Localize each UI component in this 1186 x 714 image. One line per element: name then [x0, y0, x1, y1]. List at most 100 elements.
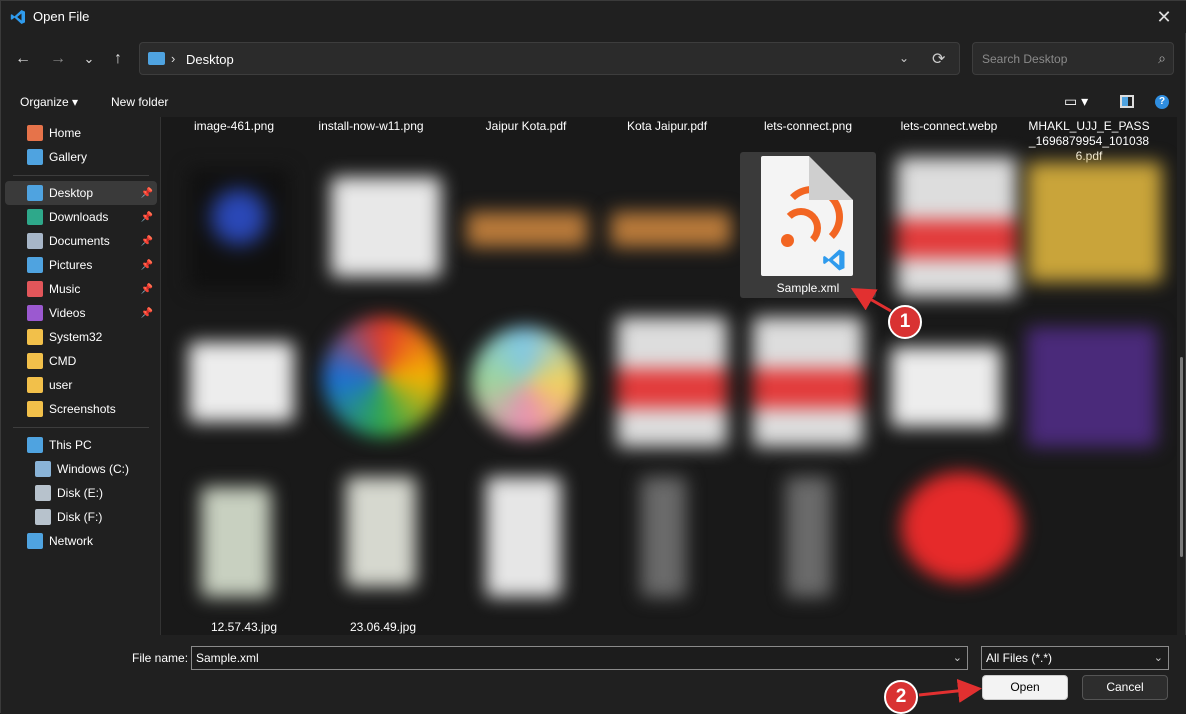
drive-icon — [35, 485, 51, 501]
file-label[interactable]: 12.57.43.jpg — [174, 620, 314, 635]
organize-button[interactable]: Organize ▾ — [20, 95, 78, 109]
sidebar-item-this-pc[interactable]: This PC — [5, 433, 157, 457]
sidebar-item-label: Disk (E:) — [57, 486, 103, 500]
file-thumbnail[interactable] — [901, 472, 1021, 582]
sidebar-item-documents[interactable]: Documents 📌 — [5, 229, 157, 253]
sidebar-item-network[interactable]: Network — [5, 529, 157, 553]
file-name-field[interactable]: Sample.xml ⌄ — [191, 646, 968, 670]
file-thumbnail[interactable] — [786, 477, 831, 597]
file-thumbnail[interactable] — [346, 477, 416, 587]
new-folder-button[interactable]: New folder — [111, 95, 168, 109]
sidebar-item-label: Gallery — [49, 150, 88, 164]
pin-icon[interactable]: 📌 — [141, 212, 153, 223]
sidebar-item-home[interactable]: Home — [5, 121, 157, 145]
videos-icon — [27, 305, 43, 321]
recent-locations-button[interactable]: ⌄ — [75, 45, 103, 73]
sidebar-item-gallery[interactable]: Gallery — [5, 145, 157, 169]
navigation-pane: Home Gallery Desktop 📌 Downloads 📌 Documents 📌 P… — [1, 117, 161, 635]
open-file-dialog: Open File ✕ ← → ⌄ ↑ › Desktop ⌄ ⟳ Search… — [0, 0, 1186, 714]
sidebar-item-label: Screenshots — [49, 402, 116, 416]
vertical-scrollbar[interactable] — [1177, 117, 1186, 635]
file-thumbnail[interactable] — [331, 177, 441, 277]
address-bar[interactable]: › Desktop ⌄ ⟳ — [139, 42, 960, 75]
up-button[interactable]: ↑ — [104, 45, 132, 73]
help-icon[interactable]: ? — [1155, 95, 1169, 109]
file-thumbnail[interactable] — [617, 317, 727, 447]
file-thumbnail[interactable] — [471, 327, 581, 437]
sidebar-item-user[interactable]: user — [5, 373, 157, 397]
file-thumbnail[interactable] — [1027, 327, 1157, 447]
sidebar-item-desktop[interactable]: Desktop 📌 — [5, 181, 157, 205]
address-history-chevron-icon[interactable]: ⌄ — [899, 51, 909, 65]
sidebar-item-system32[interactable]: System32 — [5, 325, 157, 349]
drive-icon — [35, 461, 51, 477]
sidebar-item-label: CMD — [49, 354, 77, 368]
desktop-location-icon — [148, 52, 165, 65]
file-thumbnail[interactable] — [189, 342, 294, 422]
sidebar-item-videos[interactable]: Videos 📌 — [5, 301, 157, 325]
close-button[interactable]: ✕ — [1141, 1, 1186, 33]
file-thumbnail[interactable] — [189, 169, 289, 289]
refresh-icon[interactable]: ⟳ — [932, 49, 945, 69]
cancel-button[interactable]: Cancel — [1082, 675, 1168, 700]
file-thumbnail[interactable] — [486, 477, 561, 597]
open-button[interactable]: Open — [982, 675, 1068, 700]
pin-icon[interactable]: 📌 — [141, 260, 153, 271]
file-label[interactable]: lets-connect.webp — [879, 119, 1019, 134]
back-button[interactable]: ← — [9, 45, 37, 73]
file-label[interactable]: Jaipur Kota.pdf — [456, 119, 596, 134]
back-arrow-icon: ← — [15, 50, 31, 67]
scrollbar-thumb[interactable] — [1180, 357, 1183, 557]
file-label[interactable]: Kota Jaipur.pdf — [597, 119, 737, 134]
sidebar-item-label: System32 — [49, 330, 103, 344]
file-thumbnail[interactable] — [753, 317, 863, 447]
file-thumbnail[interactable] — [641, 477, 686, 597]
forward-button[interactable]: → — [44, 45, 72, 73]
file-thumbnail[interactable] — [467, 212, 587, 247]
file-name-label: File name: — [132, 651, 189, 665]
file-thumbnail[interactable] — [201, 487, 271, 597]
breadcrumb-desktop[interactable]: Desktop — [186, 52, 234, 67]
file-type-select[interactable]: All Files (*.*) ⌄ — [981, 646, 1169, 670]
file-thumbnail[interactable] — [897, 157, 1017, 297]
sidebar-item-disk-e[interactable]: Disk (E:) — [5, 481, 157, 505]
sidebar-item-disk-f[interactable]: Disk (F:) — [5, 505, 157, 529]
pin-icon[interactable]: 📌 — [141, 236, 153, 247]
sidebar-item-downloads[interactable]: Downloads 📌 — [5, 205, 157, 229]
pin-icon[interactable]: 📌 — [141, 308, 153, 319]
chevron-down-icon[interactable]: ⌄ — [953, 647, 962, 669]
home-icon — [27, 125, 43, 141]
sidebar-item-label: Music — [49, 282, 81, 296]
file-thumbnail[interactable] — [611, 212, 731, 247]
title-bar: Open File ✕ — [1, 1, 1186, 33]
sidebar-item-label: Desktop — [49, 186, 94, 200]
file-label[interactable]: 23.06.49.jpg — [313, 620, 453, 635]
preview-pane-icon[interactable] — [1120, 95, 1134, 108]
file-thumbnail[interactable] — [891, 347, 1001, 427]
sidebar-item-label: Disk (F:) — [57, 510, 103, 524]
sidebar-item-screenshots[interactable]: Screenshots — [5, 397, 157, 421]
file-type-value: All Files (*.*) — [986, 651, 1053, 665]
file-label[interactable]: MHAKL_UJJ_E_PASS_1696879954_1010386.pdf — [1027, 119, 1151, 164]
sidebar-item-cmd[interactable]: CMD — [5, 349, 157, 373]
file-label[interactable]: image-461.png — [164, 119, 304, 134]
view-options-button[interactable]: ▭ ▾ — [1064, 93, 1088, 110]
up-arrow-icon: ↑ — [114, 50, 122, 67]
file-thumbnail[interactable] — [1027, 162, 1162, 282]
file-label[interactable]: lets-connect.png — [738, 119, 878, 134]
search-box[interactable]: Search Desktop ⌕ — [972, 42, 1174, 75]
window-title: Open File — [33, 9, 90, 24]
vscode-badge-icon — [823, 249, 845, 271]
sidebar-item-label: Downloads — [49, 210, 109, 224]
pin-icon[interactable]: 📌 — [141, 188, 153, 199]
sidebar-item-label: user — [49, 378, 73, 392]
sidebar-item-windows-c[interactable]: Windows (C:) — [5, 457, 157, 481]
pin-icon[interactable]: 📌 — [141, 284, 153, 295]
file-thumbnail[interactable] — [323, 317, 443, 437]
file-label[interactable]: install-now-w11.png — [301, 119, 441, 134]
selected-file-sample-xml[interactable]: Sample.xml — [740, 152, 876, 298]
sidebar-item-pictures[interactable]: Pictures 📌 — [5, 253, 157, 277]
sidebar-item-label: This PC — [49, 438, 92, 452]
chevron-down-icon: ⌄ — [1153, 652, 1163, 664]
sidebar-item-music[interactable]: Music 📌 — [5, 277, 157, 301]
